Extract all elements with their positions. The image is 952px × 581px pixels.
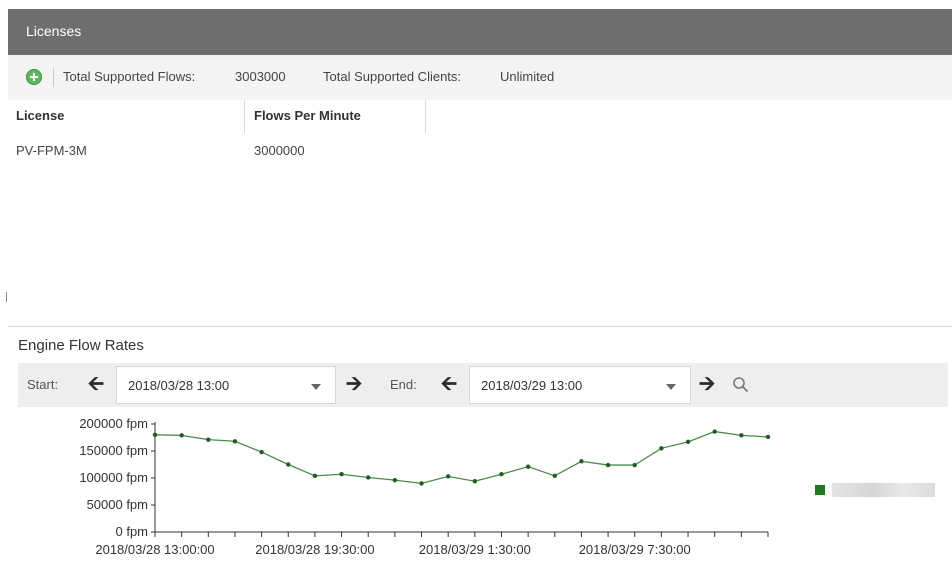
data-point (472, 479, 478, 484)
data-point (419, 481, 424, 486)
data-point (632, 462, 637, 468)
arrow-right-icon: 🡪 (345, 373, 363, 395)
flow-rates-title: Engine Flow Rates (18, 337, 144, 354)
total-clients-label: Total Supported Clients: (323, 69, 462, 84)
end-forward-button[interactable]: 🡪 (692, 369, 722, 401)
start-forward-button[interactable]: 🡪 (339, 369, 369, 401)
chevron-down-icon (666, 384, 676, 390)
data-point (579, 459, 584, 464)
data-point (286, 462, 291, 467)
data-point (366, 475, 371, 480)
data-point (312, 473, 318, 479)
arrow-left-icon: 🡨 (87, 373, 105, 395)
data-point (232, 439, 238, 444)
data-point (445, 474, 451, 479)
data-point (552, 473, 557, 479)
arrow-left-icon: 🡨 (440, 373, 458, 395)
end-date-select[interactable]: 2018/03/29 13:00 (469, 366, 691, 404)
column-divider[interactable] (244, 100, 245, 133)
y-tick-label: 50000 fpm (87, 497, 148, 512)
flows-per-minute-cell: 3000000 (254, 143, 305, 158)
search-icon[interactable] (732, 376, 750, 394)
legend-swatch[interactable] (815, 485, 825, 495)
license-summary-bar: Total Supported Flows: 3003000 Total Sup… (8, 55, 952, 100)
data-point (259, 449, 264, 455)
splitter-handle[interactable] (6, 292, 7, 302)
chevron-down-icon (311, 384, 321, 390)
data-point (499, 472, 504, 477)
total-flows-value: 3003000 (235, 69, 286, 84)
flow-rates-toolbar: Start: 🡨 2018/03/28 13:00 🡪 End: 🡨 2018/… (18, 363, 948, 407)
data-point (765, 434, 771, 440)
data-point (179, 433, 184, 438)
data-point (339, 472, 344, 477)
licenses-title: Licenses (26, 23, 82, 39)
start-label: Start: (27, 377, 59, 392)
data-point (525, 464, 531, 469)
series-line (154, 430, 769, 485)
license-grid-header: License Flows Per Minute (8, 100, 952, 133)
y-tick-label: 100000 fpm (79, 470, 148, 485)
x-tick-label: 2018/03/28 13:00:00 (95, 542, 214, 557)
license-cell: PV-FPM-3M (16, 143, 87, 158)
flow-rates-chart: 200000 fpm 150000 fpm 100000 fpm 50000 fpm 0… (79, 416, 771, 557)
end-back-button[interactable]: 🡨 (434, 369, 464, 401)
toolbar-separator (53, 68, 54, 87)
data-point (392, 477, 398, 483)
x-tick-label: 2018/03/29 7:30:00 (579, 542, 691, 557)
y-tick-label: 200000 fpm (79, 416, 148, 431)
data-point (685, 439, 691, 445)
data-point (659, 446, 664, 451)
column-divider[interactable] (425, 100, 426, 133)
y-tick-label: 0 fpm (115, 524, 148, 539)
arrow-right-icon: 🡪 (698, 373, 716, 395)
column-header-license[interactable]: License (16, 108, 64, 123)
start-back-button[interactable]: 🡨 (81, 369, 111, 401)
legend-name-redacted (832, 483, 935, 497)
data-point (152, 432, 158, 437)
data-point (712, 429, 717, 434)
total-clients-value: Unlimited (500, 69, 555, 84)
column-header-flows-per-minute[interactable]: Flows Per Minute (254, 108, 361, 123)
section-divider (8, 326, 952, 327)
data-point (605, 462, 611, 468)
end-label: End: (390, 377, 417, 392)
start-date-select[interactable]: 2018/03/28 13:00 (116, 366, 336, 404)
data-point (206, 437, 211, 442)
x-tick-label: 2018/03/28 19:30:00 (255, 542, 374, 557)
end-date-value: 2018/03/29 13:00 (481, 378, 583, 393)
x-tick-label: 2018/03/29 1:30:00 (419, 542, 531, 557)
y-tick-label: 150000 fpm (79, 443, 148, 458)
licenses-header: Licenses (8, 9, 952, 55)
plus-circle-icon[interactable] (26, 69, 42, 85)
start-date-value: 2018/03/28 13:00 (128, 378, 230, 393)
data-point (739, 433, 744, 438)
total-flows-label: Total Supported Flows: (63, 69, 196, 84)
